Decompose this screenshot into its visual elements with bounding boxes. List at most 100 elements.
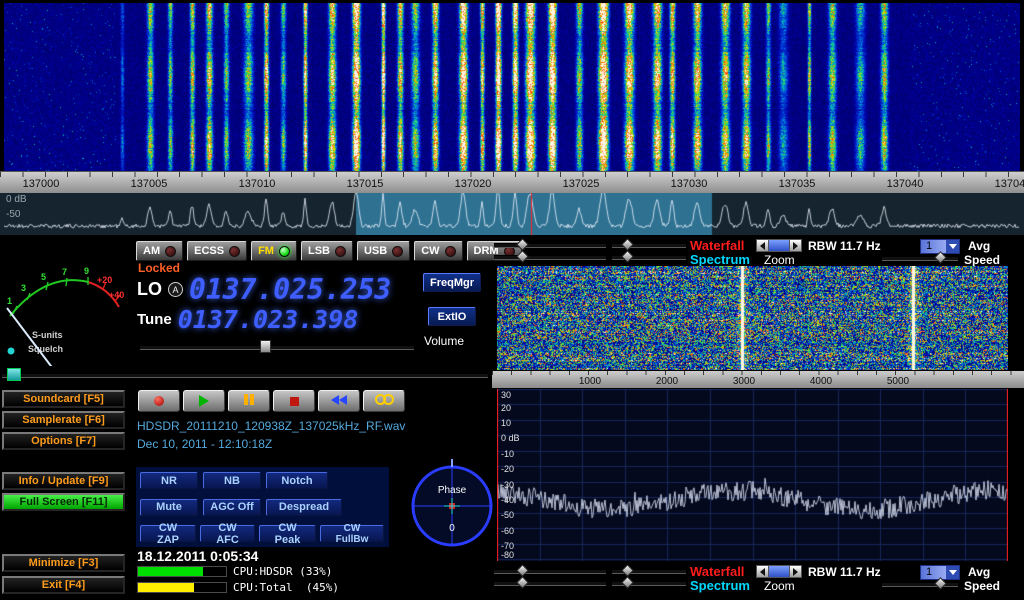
- squelch-slider-thumb[interactable]: [7, 368, 21, 381]
- zoom-left-button[interactable]: [756, 565, 769, 578]
- waterfall-label[interactable]: Waterfall: [690, 564, 744, 579]
- main-spectrum-display[interactable]: 0 dB -50: [0, 193, 1024, 235]
- recording-filename: HDSDR_20111210_120938Z_137025kHz_RF.wav: [137, 419, 405, 433]
- rx-channel-badge[interactable]: A: [168, 282, 183, 297]
- speed-slider[interactable]: [882, 577, 958, 589]
- zoom-track[interactable]: [769, 565, 789, 578]
- mode-button-fm[interactable]: FM: [251, 241, 297, 261]
- slider-thumb[interactable]: [516, 238, 529, 251]
- info-update-button[interactable]: Info / Update [F9]: [2, 472, 125, 490]
- mode-label: CW: [421, 245, 439, 257]
- mode-button-cw[interactable]: CW: [414, 241, 462, 261]
- options-button[interactable]: Options [F7]: [2, 432, 125, 450]
- zoom-waterfall-display[interactable]: [497, 266, 1008, 370]
- cpu-total-bar: [137, 582, 227, 593]
- waterfall-brightness-slider[interactable]: [494, 564, 606, 576]
- waterfall-label[interactable]: Waterfall: [690, 238, 744, 253]
- slider-thumb[interactable]: [621, 576, 634, 589]
- fullscreen-button[interactable]: Full Screen [F11]: [2, 493, 125, 511]
- cw-peak-button[interactable]: CW Peak: [259, 525, 316, 542]
- squelch-marker-icon[interactable]: [8, 348, 15, 355]
- freq-tick: 137035: [779, 178, 816, 190]
- lo-frequency-value[interactable]: 0137.025.253: [189, 273, 391, 306]
- zoom-spectrum-display[interactable]: 30 20 10 0 dB -10 -20 -30 -40 -50 -60 -7…: [497, 389, 1008, 561]
- play-button[interactable]: [183, 390, 225, 412]
- spectrum-brightness-slider[interactable]: [494, 576, 606, 588]
- zoom-label: Zoom: [764, 579, 795, 593]
- mute-button[interactable]: Mute: [140, 499, 198, 516]
- tune-frequency-value[interactable]: 0137.023.398: [178, 305, 359, 334]
- slider-thumb[interactable]: [621, 238, 634, 251]
- zoom-right-button[interactable]: [789, 565, 802, 578]
- spectrum-brightness-slider[interactable]: [494, 250, 606, 262]
- spectrum-contrast-slider[interactable]: [612, 576, 686, 588]
- freq-tick: 137040: [887, 178, 924, 190]
- slider-thumb[interactable]: [621, 564, 634, 577]
- freqmgr-button[interactable]: FreqMgr: [423, 273, 481, 292]
- waterfall-contrast-slider[interactable]: [612, 238, 686, 250]
- nb-button[interactable]: NB: [203, 472, 261, 489]
- slider-thumb[interactable]: [934, 577, 947, 590]
- slider-thumb[interactable]: [621, 250, 634, 263]
- frequency-scale[interactable]: 137000 137005 137010 137015 137020 13702…: [0, 171, 1024, 193]
- record-button[interactable]: [138, 390, 180, 412]
- zoom-track[interactable]: [769, 239, 789, 252]
- cw-afc-button[interactable]: CW AFC: [200, 525, 255, 542]
- freq-tick: 137030: [671, 178, 708, 190]
- volume-slider[interactable]: [140, 340, 414, 352]
- despread-button[interactable]: Despread: [266, 499, 342, 516]
- zoom-left-button[interactable]: [756, 239, 769, 252]
- freq-tick: 137000: [23, 178, 60, 190]
- mode-button-am[interactable]: AM: [136, 241, 183, 261]
- mode-button-usb[interactable]: USB: [357, 241, 410, 261]
- zoom-frequency-axis[interactable]: 1000 2000 3000 4000 5000: [492, 371, 1024, 388]
- avg-label: Avg: [968, 239, 990, 253]
- smeter-tick-9: 9: [84, 266, 89, 276]
- nr-button[interactable]: NR: [140, 472, 198, 489]
- zoom-scrollbar[interactable]: [756, 239, 802, 252]
- zoom-scrollbar[interactable]: [756, 565, 802, 578]
- zoom-right-button[interactable]: [789, 239, 802, 252]
- waterfall-contrast-slider[interactable]: [612, 564, 686, 576]
- cpu-total-meter: CPU:Total (45%): [137, 581, 339, 594]
- waterfall-brightness-slider[interactable]: [494, 238, 606, 250]
- slider-thumb[interactable]: [516, 250, 529, 263]
- zoom-spectrum-canvas[interactable]: [497, 389, 1008, 561]
- spectrum-contrast-slider[interactable]: [612, 250, 686, 262]
- slider-thumb[interactable]: [516, 564, 529, 577]
- cw-fullbw-button[interactable]: CW FullBw: [320, 525, 384, 542]
- pause-button[interactable]: [228, 390, 270, 412]
- main-waterfall-display[interactable]: [4, 3, 1020, 171]
- squelch-slider[interactable]: [2, 368, 488, 380]
- mode-button-lsb[interactable]: LSB: [301, 241, 353, 261]
- db-label: -40: [501, 495, 514, 505]
- smeter-squelch-label: Squelch: [28, 344, 63, 354]
- stop-icon: [290, 397, 299, 406]
- exit-button[interactable]: Exit [F4]: [2, 576, 125, 594]
- extio-button[interactable]: ExtIO: [428, 307, 476, 326]
- notch-button[interactable]: Notch: [266, 472, 328, 489]
- cw-zap-button[interactable]: CW ZAP: [140, 525, 196, 542]
- slider-thumb[interactable]: [516, 576, 529, 589]
- rewind-button[interactable]: [318, 390, 360, 412]
- agc-off-button[interactable]: AGC Off: [203, 499, 261, 516]
- zoom-waterfall-canvas[interactable]: [497, 266, 1008, 370]
- samplerate-button[interactable]: Samplerate [F6]: [2, 411, 125, 429]
- stop-button[interactable]: [273, 390, 315, 412]
- speed-slider[interactable]: [882, 251, 958, 263]
- minimize-button[interactable]: Minimize [F3]: [2, 554, 125, 572]
- mode-button-ecss[interactable]: ECSS: [187, 241, 247, 261]
- rbw-label: RBW 11.7 Hz: [808, 239, 881, 253]
- mode-led-icon: [335, 246, 346, 257]
- main-waterfall-canvas[interactable]: [4, 3, 1020, 171]
- play-icon: [199, 395, 209, 407]
- loop-button[interactable]: [363, 390, 405, 412]
- db-label: 10: [501, 418, 511, 428]
- soundcard-button[interactable]: Soundcard [F5]: [2, 390, 125, 408]
- volume-slider-thumb[interactable]: [260, 340, 271, 353]
- spectrum-db-minus50-label: -50: [6, 209, 20, 220]
- spectrum-label[interactable]: Spectrum: [690, 578, 750, 593]
- slider-thumb[interactable]: [934, 251, 947, 264]
- main-spectrum-canvas[interactable]: [4, 193, 1020, 235]
- spectrum-label[interactable]: Spectrum: [690, 252, 750, 267]
